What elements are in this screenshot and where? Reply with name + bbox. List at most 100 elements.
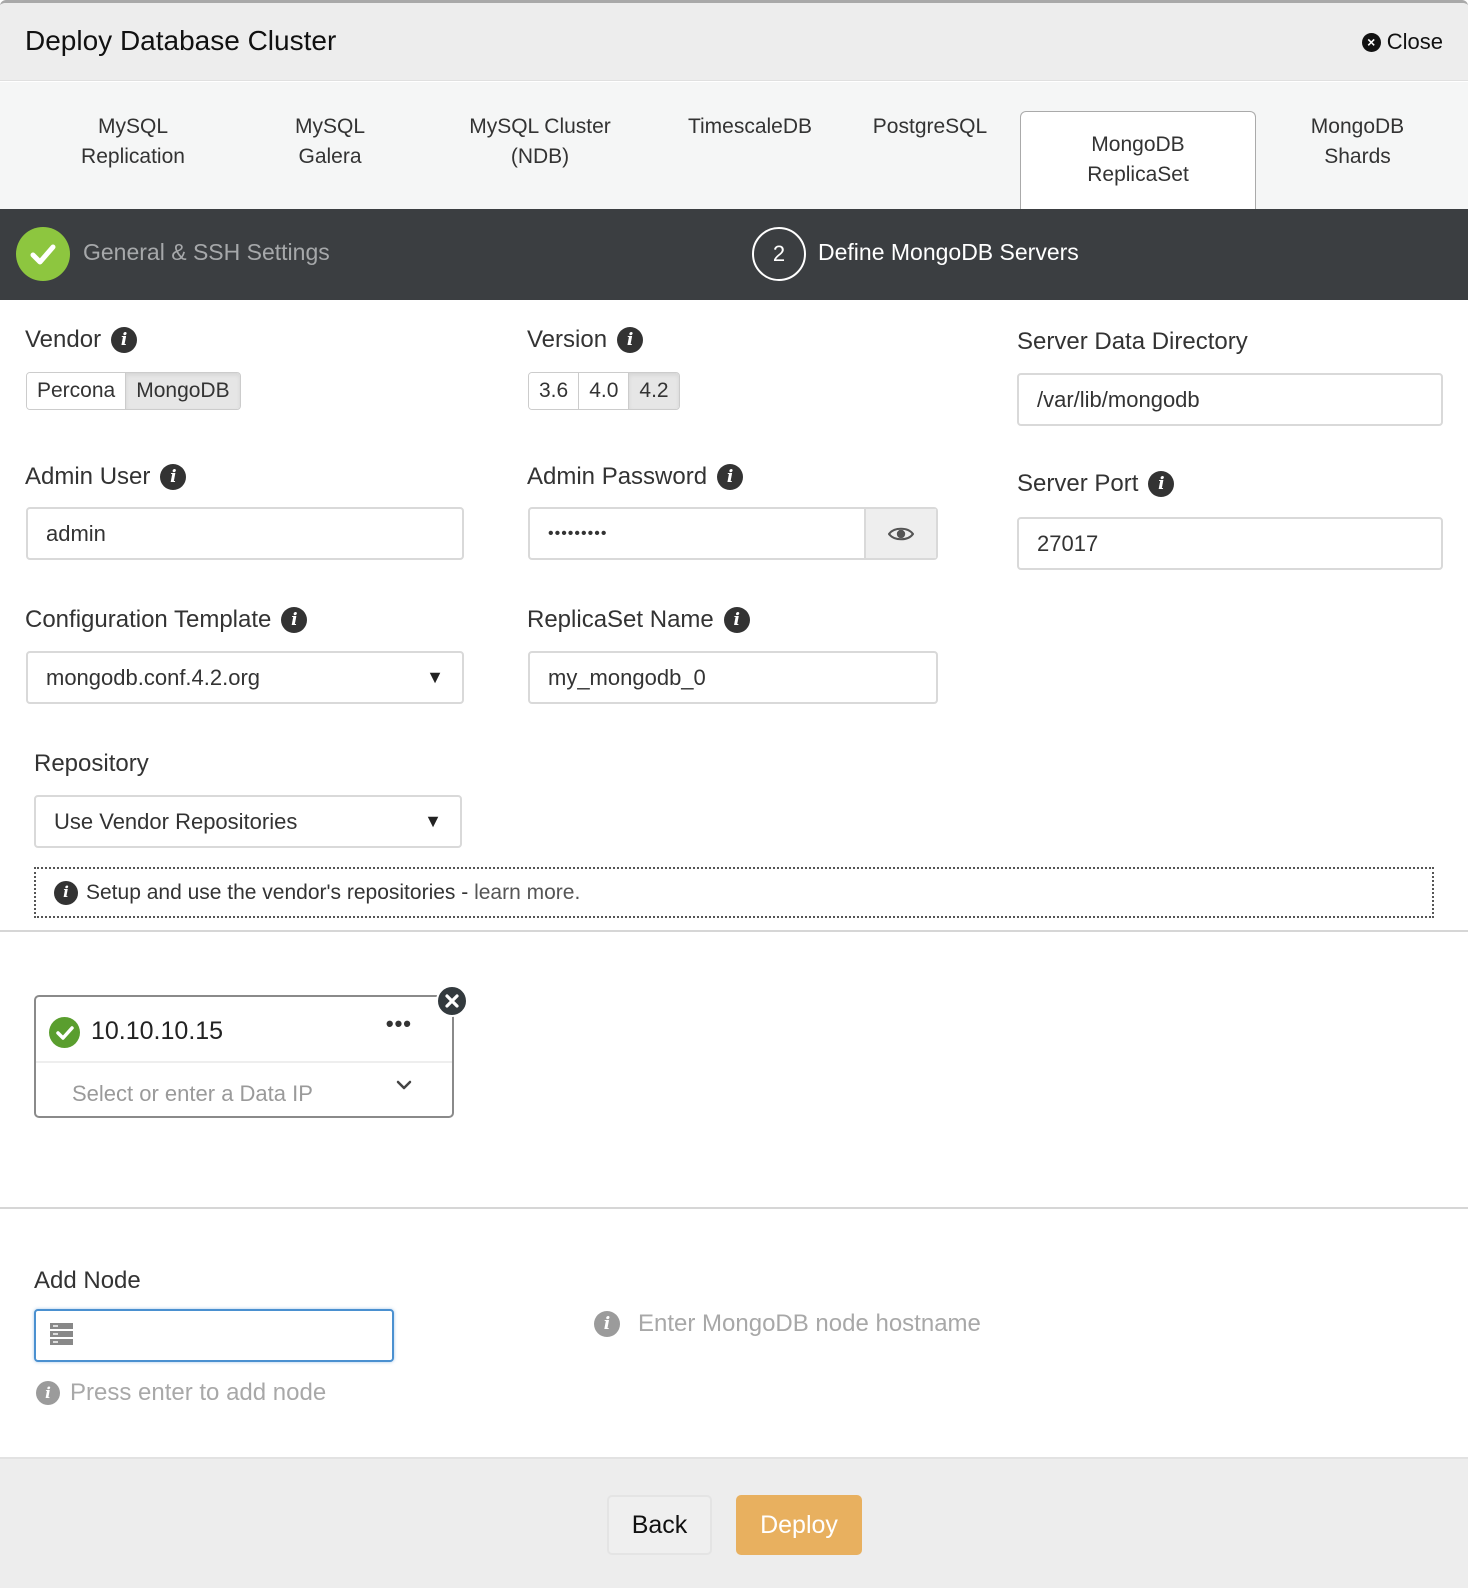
- tab-postgresql[interactable]: PostgreSQL: [860, 112, 1000, 142]
- tab-label: ReplicaSet: [1087, 163, 1189, 186]
- config-template-label: Configuration Template i: [25, 606, 308, 634]
- learn-more-link[interactable]: learn more.: [474, 881, 580, 904]
- config-template-select[interactable]: mongodb.conf.4.2.org ▼: [26, 651, 464, 704]
- add-node-input[interactable]: [34, 1309, 394, 1362]
- password-dots: •••••••••: [548, 524, 608, 542]
- vendor-option-mongodb[interactable]: MongoDB: [126, 373, 240, 409]
- repository-notice-text: Setup and use the vendor's repositories …: [86, 881, 580, 905]
- tab-mongodb-replicaset[interactable]: MongoDB ReplicaSet: [1020, 111, 1256, 210]
- admin-password-input[interactable]: •••••••••: [528, 507, 938, 560]
- eye-icon: [888, 527, 914, 540]
- add-node-hint: i Press enter to add node: [36, 1379, 326, 1407]
- admin-user-label: Admin User i: [25, 463, 187, 491]
- remove-node-button[interactable]: [436, 985, 468, 1017]
- dialog-title: Deploy Database Cluster: [25, 25, 337, 56]
- tab-mysql-galera[interactable]: MySQL Galera: [270, 112, 390, 172]
- cluster-type-tabs: MySQL Replication MySQL Galera MySQL Clu…: [0, 82, 1468, 210]
- tab-label: TimescaleDB: [687, 115, 813, 138]
- info-icon: i: [36, 1381, 60, 1405]
- node-card-header: 10.10.10.15 •••: [36, 997, 452, 1063]
- close-circle-icon: ×: [1361, 32, 1381, 52]
- repository-select[interactable]: Use Vendor Repositories ▼: [34, 795, 462, 848]
- tab-label: (NDB): [510, 145, 570, 168]
- info-icon[interactable]: i: [281, 607, 308, 633]
- replicaset-name-input[interactable]: my_mongodb_0: [528, 651, 938, 704]
- hostname-hint-text: Enter MongoDB node hostname: [638, 1310, 981, 1337]
- dialog-footer: Back Deploy: [0, 1457, 1468, 1588]
- add-node-hint-text: Press enter to add node: [70, 1379, 327, 1406]
- info-icon[interactable]: i: [111, 327, 138, 353]
- info-icon[interactable]: i: [717, 464, 744, 490]
- repository-label: Repository: [34, 750, 149, 777]
- admin-password-label-text: Admin Password: [527, 463, 708, 490]
- deploy-button[interactable]: Deploy: [736, 1495, 862, 1555]
- vendor-label: Vendor i: [25, 326, 138, 354]
- close-button[interactable]: × Close: [1361, 29, 1443, 55]
- dialog-header: Deploy Database Cluster × Close: [0, 3, 1468, 81]
- dropdown-arrow-icon: ▼: [426, 667, 444, 687]
- server-port-input[interactable]: 27017: [1017, 517, 1443, 570]
- info-icon[interactable]: i: [723, 607, 750, 633]
- data-dir-label: Server Data Directory: [1017, 328, 1248, 355]
- vendor-label-text: Vendor: [25, 326, 102, 353]
- version-label-text: Version: [527, 326, 608, 353]
- wizard-stepper: General & SSH Settings 2 Define MongoDB …: [0, 209, 1468, 300]
- admin-user-input[interactable]: admin: [26, 507, 464, 560]
- tab-label: MySQL Cluster: [469, 115, 611, 138]
- info-icon[interactable]: i: [160, 464, 187, 490]
- config-template-label-text: Configuration Template: [25, 606, 272, 633]
- tab-label: MySQL: [97, 115, 168, 138]
- version-option-4-0[interactable]: 4.0: [579, 373, 630, 409]
- more-options-icon[interactable]: •••: [386, 1011, 412, 1037]
- repository-value: Use Vendor Repositories: [54, 808, 298, 834]
- replicaset-name-label: ReplicaSet Name i: [527, 606, 750, 634]
- step-number-badge: 2: [752, 227, 806, 281]
- tab-label: PostgreSQL: [872, 115, 988, 138]
- tab-timescaledb[interactable]: TimescaleDB: [680, 112, 820, 142]
- toggle-password-visibility-button[interactable]: [864, 509, 936, 558]
- close-icon: [445, 994, 459, 1008]
- server-port-label-text: Server Port: [1017, 470, 1139, 497]
- admin-user-label-text: Admin User: [25, 463, 151, 490]
- section-divider: [0, 1207, 1468, 1209]
- tab-label: MongoDB: [1310, 115, 1405, 138]
- back-button[interactable]: Back: [607, 1495, 712, 1555]
- info-icon: i: [594, 1311, 620, 1337]
- info-icon: i: [54, 880, 78, 905]
- tab-mysql-replication[interactable]: MySQL Replication: [68, 112, 198, 172]
- server-icon: [50, 1323, 73, 1347]
- version-option-3-6[interactable]: 3.6: [529, 373, 580, 409]
- server-port-label: Server Port i: [1017, 470, 1175, 498]
- vendor-option-percona[interactable]: Percona: [27, 373, 127, 409]
- node-ok-check-icon: [49, 1017, 80, 1048]
- tab-label: Shards: [1324, 145, 1391, 168]
- repository-notice: i Setup and use the vendor's repositorie…: [34, 867, 1434, 918]
- node-card: 10.10.10.15 ••• Select or enter a Data I…: [34, 995, 454, 1118]
- data-dir-input[interactable]: /var/lib/mongodb: [1017, 373, 1443, 426]
- chevron-down-icon[interactable]: [396, 1077, 412, 1095]
- version-selector: 3.6 4.0 4.2: [528, 372, 680, 410]
- tab-mysql-cluster-ndb[interactable]: MySQL Cluster (NDB): [455, 112, 625, 172]
- dropdown-arrow-icon: ▼: [424, 811, 442, 831]
- replicaset-name-label-text: ReplicaSet Name: [527, 606, 714, 633]
- section-divider: [0, 930, 1468, 932]
- tab-label: MySQL: [294, 115, 365, 138]
- version-label: Version i: [527, 326, 644, 354]
- notice-text: Setup and use the vendor's repositories …: [86, 880, 475, 904]
- info-icon[interactable]: i: [617, 327, 644, 353]
- tab-label: MongoDB: [1091, 133, 1185, 156]
- hostname-hint: i Enter MongoDB node hostname: [594, 1310, 981, 1338]
- version-option-4-2[interactable]: 4.2: [629, 373, 679, 409]
- info-icon[interactable]: i: [1148, 471, 1175, 497]
- tab-label: Replication: [81, 145, 185, 168]
- config-template-value: mongodb.conf.4.2.org: [46, 664, 261, 690]
- close-label: Close: [1386, 29, 1443, 54]
- node-ip: 10.10.10.15: [91, 1017, 224, 1045]
- step-general-ssh-settings[interactable]: General & SSH Settings: [83, 239, 330, 266]
- vendor-selector: Percona MongoDB: [26, 372, 241, 410]
- step-complete-check-icon[interactable]: [16, 227, 70, 281]
- data-ip-select[interactable]: Select or enter a Data IP: [72, 1081, 313, 1107]
- admin-password-label: Admin Password i: [527, 463, 744, 491]
- tab-mongodb-shards[interactable]: MongoDB Shards: [1290, 112, 1425, 172]
- tab-label: Galera: [298, 145, 362, 168]
